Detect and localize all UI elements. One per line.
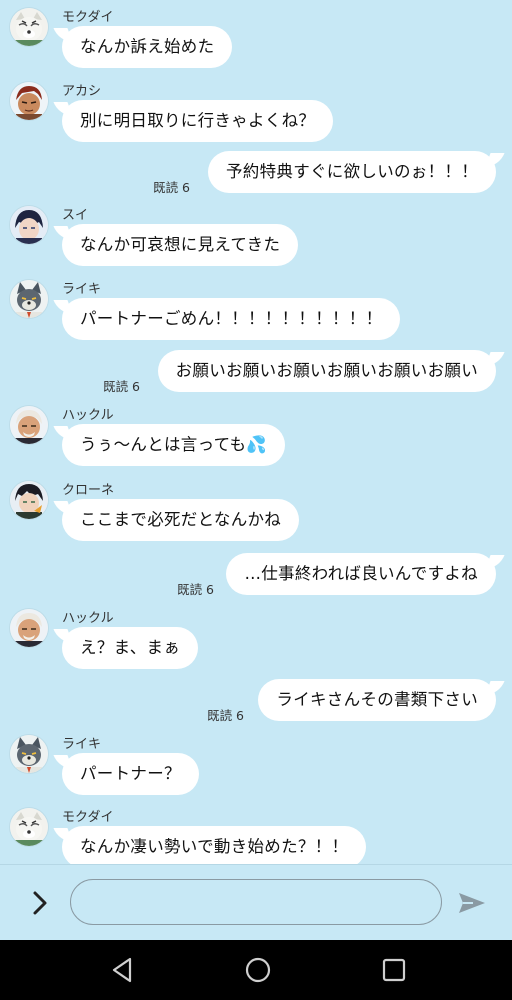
sender-name: ハックル xyxy=(62,408,114,423)
home-button[interactable] xyxy=(242,954,274,986)
message-incoming: アカシ 別に明日取りに行きゃよくね？ xyxy=(0,78,512,144)
message-incoming: スイ なんか可哀想に見えてきた xyxy=(0,202,512,268)
message-bubble[interactable]: 予約特典すぐに欲しいのぉ！！！ xyxy=(208,151,496,193)
message-outgoing: 既読 6 お願いお願いお願いお願いお願いお願い xyxy=(0,350,512,394)
send-button[interactable] xyxy=(456,889,488,917)
message-incoming: ハックル うぅ〜んとは言っても💦 xyxy=(0,402,512,468)
back-button[interactable] xyxy=(106,954,138,986)
message-input[interactable] xyxy=(70,879,442,925)
message-incoming: モクダイ なんか凄い勢いで動き始めた？！！ xyxy=(0,804,512,864)
read-receipt: 既読 6 xyxy=(103,379,140,394)
recents-button[interactable] xyxy=(378,954,410,986)
message-incoming: モクダイ なんか訴え始めた xyxy=(0,4,512,70)
red-hair-avatar[interactable] xyxy=(10,82,48,120)
message-bubble[interactable]: …仕事終われば良いんですよね xyxy=(226,553,496,595)
chevron-right-icon xyxy=(33,891,47,915)
message-bubble[interactable]: ここまで必死だとなんかね xyxy=(62,499,300,541)
white-hair-avatar[interactable] xyxy=(10,406,48,444)
wolf-avatar[interactable] xyxy=(10,280,48,318)
message-bubble[interactable]: パートナーごめん！！！！！！！！！！ xyxy=(62,298,401,340)
wolf-avatar[interactable] xyxy=(10,735,48,773)
message-bubble[interactable]: なんか凄い勢いで動き始めた？！！ xyxy=(62,826,367,864)
message-bubble[interactable]: 別に明日取りに行きゃよくね？ xyxy=(62,100,334,142)
message-bubble[interactable]: なんか訴え始めた xyxy=(62,26,233,68)
sender-name: クローネ xyxy=(62,483,115,498)
white-hair-avatar[interactable] xyxy=(10,609,48,647)
message-incoming: ハックル え？ま、まぁ xyxy=(0,605,512,671)
message-bubble[interactable]: パートナー？ xyxy=(62,753,199,795)
message-outgoing: 既読 6 ライキさんその書類下さい xyxy=(0,679,512,723)
message-outgoing: 既読 6 予約特典すぐに欲しいのぉ！！！ xyxy=(0,151,512,195)
sender-name: ハックル xyxy=(62,611,114,626)
chat-area[interactable]: モクダイ なんか訴え始めた アカシ 別に明日取りに行きゃよくね？ 既読 6 予約… xyxy=(0,0,512,864)
send-icon xyxy=(459,893,485,913)
message-bubble[interactable]: なんか可哀想に見えてきた xyxy=(62,224,299,266)
sender-name: ライキ xyxy=(62,737,102,752)
sender-name: スイ xyxy=(62,208,89,223)
message-bubble[interactable]: うぅ〜んとは言っても💦 xyxy=(62,424,286,466)
message-bubble[interactable]: ライキさんその書類下さい xyxy=(258,679,496,721)
message-composer xyxy=(0,864,512,941)
sender-name: モクダイ xyxy=(62,810,114,825)
message-incoming: ライキ パートナー？ xyxy=(0,731,512,797)
tiger-avatar[interactable] xyxy=(10,808,48,846)
read-receipt: 既読 6 xyxy=(153,180,190,195)
message-outgoing: 既読 6 …仕事終われば良いんですよね xyxy=(0,553,512,597)
sender-name: モクダイ xyxy=(62,10,114,25)
read-receipt: 既読 6 xyxy=(207,708,244,723)
raven-hair-avatar[interactable] xyxy=(10,481,48,519)
home-circle-icon xyxy=(245,957,271,983)
dark-hair-avatar[interactable] xyxy=(10,206,48,244)
read-receipt: 既読 6 xyxy=(177,582,214,597)
system-navigation-bar xyxy=(0,940,512,1000)
tiger-avatar[interactable] xyxy=(10,8,48,46)
message-bubble[interactable]: え？ま、まぁ xyxy=(62,627,199,669)
recents-square-icon xyxy=(382,958,406,982)
sender-name: アカシ xyxy=(62,84,102,99)
sender-name: ライキ xyxy=(62,282,102,297)
message-incoming: ライキ パートナーごめん！！！！！！！！！！ xyxy=(0,276,512,342)
back-triangle-icon xyxy=(112,957,132,983)
expand-button[interactable] xyxy=(26,889,54,917)
message-bubble[interactable]: お願いお願いお願いお願いお願いお願い xyxy=(157,350,496,392)
message-incoming: クローネ ここまで必死だとなんかね xyxy=(0,477,512,543)
